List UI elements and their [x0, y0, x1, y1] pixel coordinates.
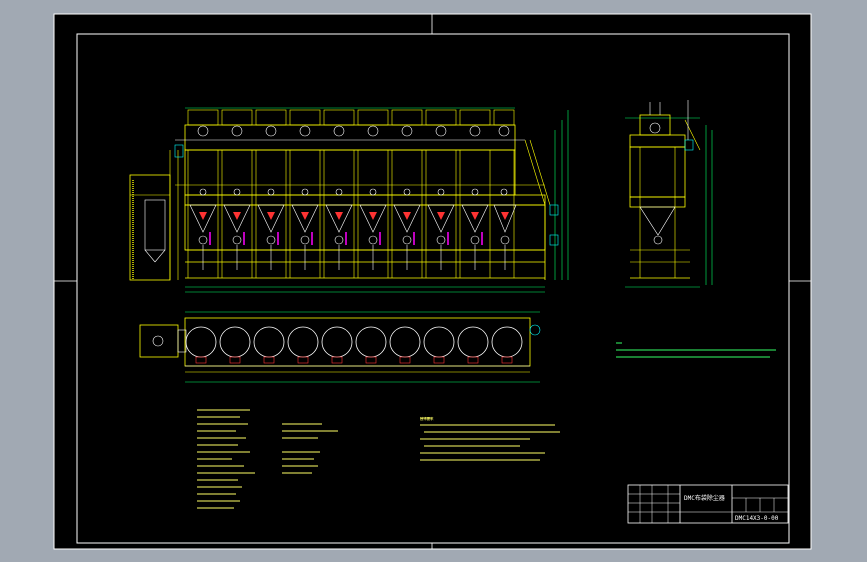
technical-notes-heading: 技术要求: [420, 416, 434, 421]
cad-drawing-canvas: DMC布袋除尘器 DMC14X3-0-00 技术要求: [53, 13, 812, 550]
drawing-number: DMC14X3-0-00: [735, 515, 779, 522]
sheet-background: [54, 14, 811, 549]
drawing-title: DMC布袋除尘器: [684, 494, 725, 502]
